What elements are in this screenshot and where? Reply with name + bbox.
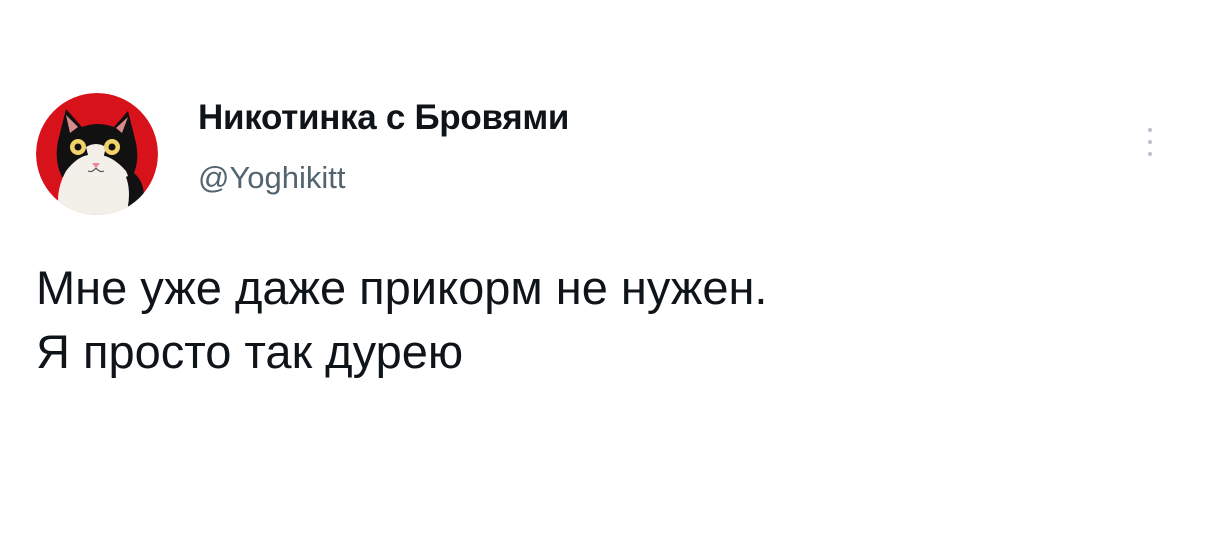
- tweet-text: Мне уже даже прикорм не нужен. Я просто …: [36, 256, 767, 384]
- tweet-card: Никотинка с Бровями @Yoghikitt Мне уже д…: [0, 0, 1206, 547]
- more-dot: [1148, 128, 1152, 132]
- more-dot: [1148, 152, 1152, 156]
- tweet-text-line: Мне уже даже прикорм не нужен.: [36, 261, 768, 314]
- author-handle[interactable]: @Yoghikitt: [198, 160, 346, 196]
- author-display-name[interactable]: Никотинка с Бровями: [198, 98, 569, 138]
- more-dot: [1148, 140, 1152, 144]
- cat-avatar-icon[interactable]: [36, 93, 158, 215]
- tweet-text-line: Я просто так дурею: [36, 325, 464, 378]
- more-options-icon[interactable]: [1136, 118, 1164, 168]
